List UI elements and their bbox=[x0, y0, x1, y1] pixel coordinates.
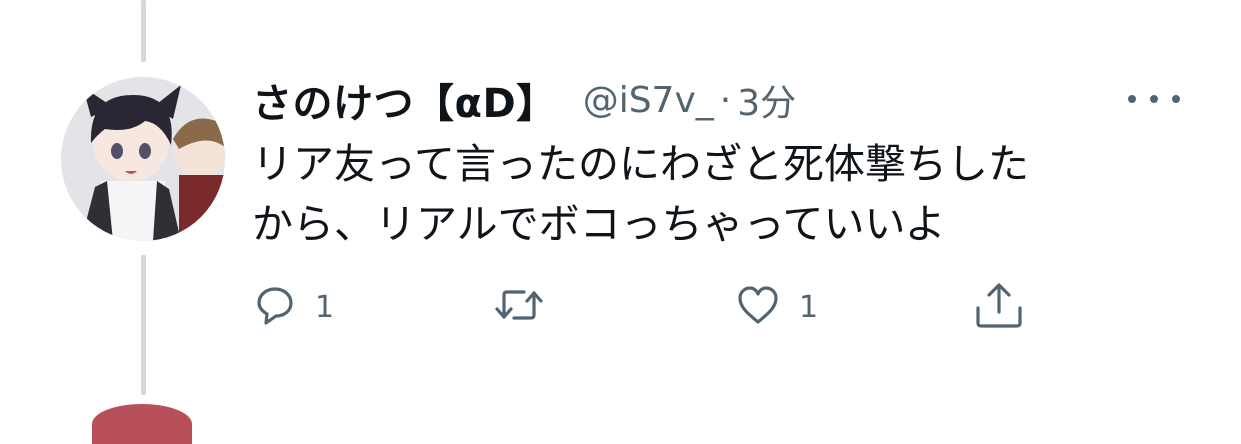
separator-dot: · bbox=[719, 79, 732, 121]
like-count: 1 bbox=[799, 289, 819, 325]
reply-button[interactable]: 1 bbox=[253, 275, 334, 339]
retweet-button[interactable] bbox=[494, 275, 562, 339]
retweet-icon bbox=[494, 283, 544, 331]
heart-icon bbox=[735, 283, 781, 331]
tweet-actions: 1 1 bbox=[0, 275, 1241, 339]
more-dot bbox=[1128, 95, 1136, 103]
like-button[interactable]: 1 bbox=[735, 275, 818, 339]
avatar[interactable] bbox=[61, 77, 225, 241]
next-tweet-avatar[interactable] bbox=[92, 404, 192, 444]
tweet-header: さのけつ【αD】 @iS7v_ · 3分 bbox=[252, 72, 796, 128]
timestamp[interactable]: 3分 bbox=[737, 74, 796, 126]
more-options-button[interactable] bbox=[1128, 86, 1180, 112]
share-icon bbox=[973, 280, 1025, 334]
reply-count: 1 bbox=[315, 289, 335, 325]
user-handle[interactable]: @iS7v_ bbox=[583, 80, 714, 121]
share-button[interactable] bbox=[973, 275, 1025, 339]
display-name[interactable]: さのけつ【αD】 bbox=[252, 71, 557, 129]
tweet-text-line: リア友って言ったのにわざと死体撃ちした bbox=[252, 140, 1029, 188]
more-dot bbox=[1172, 95, 1180, 103]
thread-line-top bbox=[141, 0, 146, 62]
tweet-text-line: から、リアルでボコっちゃっていいよ bbox=[252, 200, 946, 248]
more-dot bbox=[1150, 95, 1158, 103]
tweet-text: リア友って言ったのにわざと死体撃ちした から、リアルでボコっちゃっていいよ bbox=[252, 134, 1192, 254]
reply-icon bbox=[253, 283, 297, 331]
